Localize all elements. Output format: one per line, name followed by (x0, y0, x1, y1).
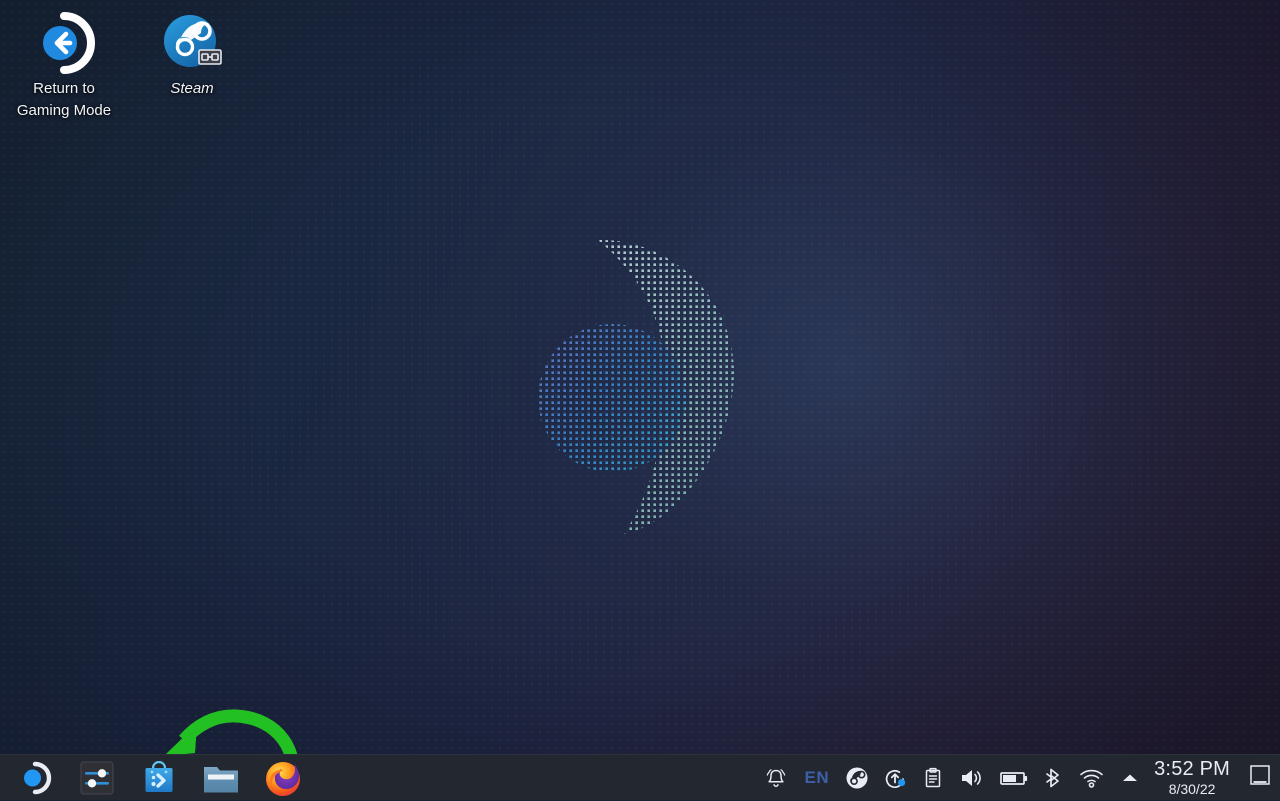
tray-show-hidden[interactable] (1112, 755, 1148, 801)
minimize-all-icon (1248, 763, 1272, 792)
taskbar-window-area (314, 755, 757, 801)
show-desktop-button[interactable] (1240, 755, 1280, 801)
bluetooth-icon (1043, 766, 1065, 790)
launcher-application-launcher[interactable] (4, 755, 66, 801)
launcher-discover[interactable] (128, 755, 190, 801)
clipboard-icon (921, 766, 945, 790)
tray-keyboard-layout[interactable]: EN (795, 755, 838, 801)
bell-icon (764, 766, 788, 790)
desktop[interactable]: Return to Gaming Mode (0, 0, 1280, 800)
tray-network[interactable] (1072, 755, 1112, 801)
tray-notifications[interactable] (757, 755, 795, 801)
update-arrow-icon (883, 766, 907, 790)
launcher-file-manager[interactable] (190, 755, 252, 801)
tray-bluetooth[interactable] (1036, 755, 1072, 801)
battery-icon (999, 766, 1029, 790)
launcher-system-settings[interactable] (66, 755, 128, 801)
system-tray: EN (757, 755, 1280, 801)
clock[interactable]: 3:52 PM 8/30/22 (1148, 755, 1240, 801)
wallpaper-vignette (0, 0, 1280, 800)
tray-clipboard[interactable] (914, 755, 952, 801)
tray-battery[interactable] (992, 755, 1036, 801)
speaker-icon (959, 766, 985, 790)
desktop-icon-label: Return to Gaming Mode (17, 80, 111, 119)
desktop-icon-label: Steam (170, 80, 213, 97)
tray-volume[interactable] (952, 755, 992, 801)
chevron-up-icon (1119, 767, 1141, 789)
taskbar-panel: EN (0, 754, 1280, 800)
clock-date: 8/30/22 (1169, 782, 1216, 796)
clock-time: 3:52 PM (1154, 759, 1230, 779)
gaming-mode-icon (0, 12, 128, 74)
tray-steam[interactable] (838, 755, 876, 801)
tray-updates[interactable] (876, 755, 914, 801)
steam-icon (128, 12, 256, 74)
taskbar-launchers (0, 755, 314, 801)
desktop-icon-return-to-gaming-mode[interactable]: Return to Gaming Mode (0, 4, 128, 122)
desktop-icon-steam[interactable]: Steam (128, 4, 256, 100)
launcher-firefox[interactable] (252, 755, 314, 801)
steam-icon (845, 766, 869, 790)
wifi-icon (1079, 766, 1105, 790)
